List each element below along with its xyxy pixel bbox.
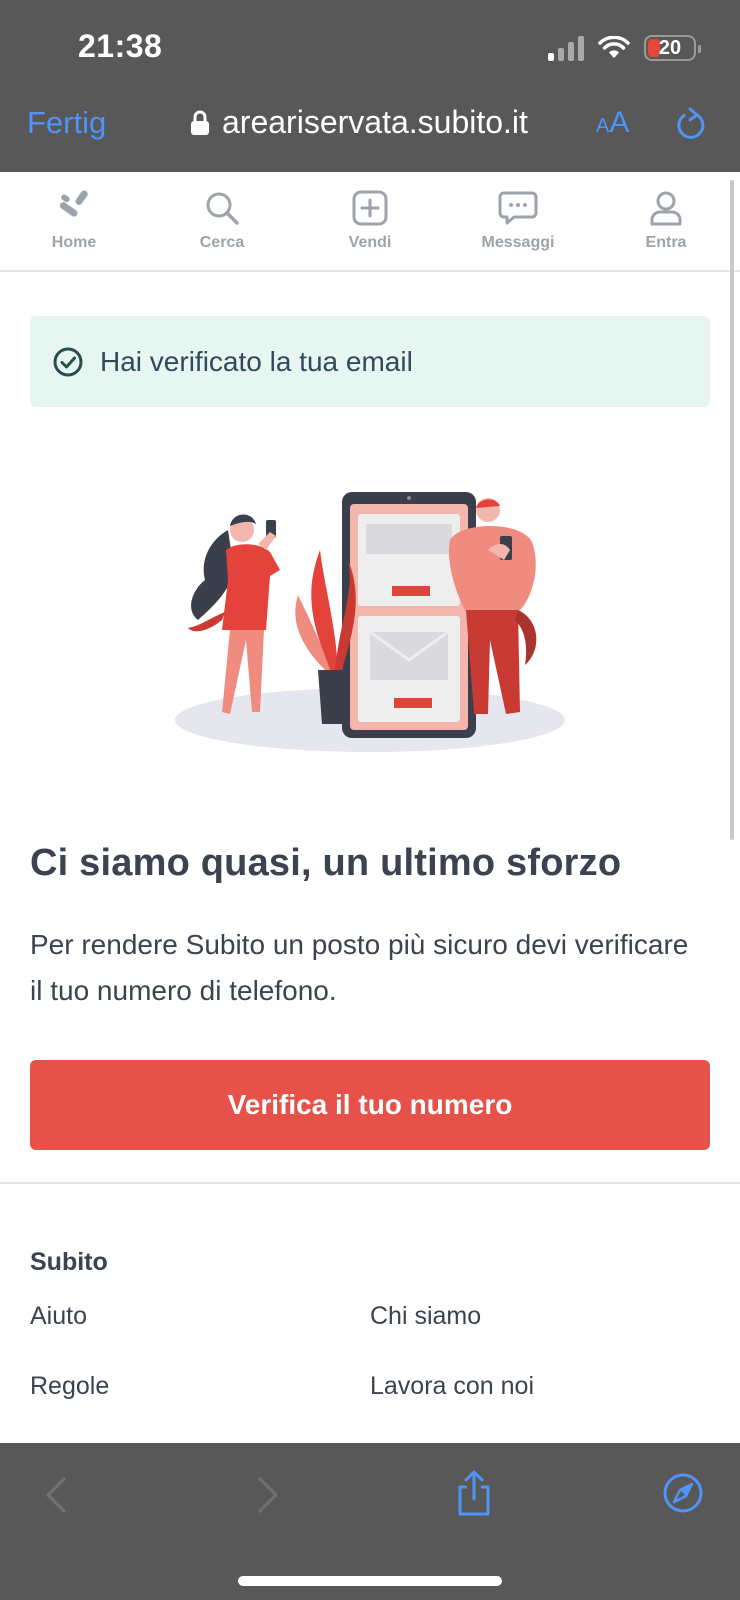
footer-divider [0,1182,740,1184]
footer-link-aiuto[interactable]: Aiuto [30,1302,87,1331]
home-indicator[interactable] [238,1576,502,1586]
status-time: 21:38 [78,28,163,64]
app-navigation: Home Cerca Vendi Messaggi Entra [0,172,740,272]
check-circle-icon [53,347,83,376]
address-bar[interactable]: areariservata.subito.it [190,104,528,141]
page-title: Ci siamo quasi, un ultimo sforzo [30,842,622,884]
email-verified-banner: Hai verificato la tua email [30,316,710,407]
share-icon[interactable] [454,1469,494,1517]
nav-label-entra: Entra [645,234,687,251]
compass-icon[interactable] [662,1472,704,1514]
nav-item-home[interactable]: Home [0,172,148,270]
wifi-icon [598,36,630,58]
url-text: areariservata.subito.it [222,104,528,140]
browser-top-bar: 21:38 20 Fertig areariservata.subito.it … [0,0,740,172]
footer-link-regole[interactable]: Regole [30,1372,109,1401]
footer-heading: Subito [30,1248,108,1276]
nav-label-home: Home [51,234,97,251]
text-size-button[interactable]: AA [596,106,629,140]
nav-item-messaggi[interactable]: Messaggi [444,172,592,270]
plus-square-icon [352,190,388,226]
phone-verification-illustration [175,492,565,752]
status-icons: 20 [548,32,701,64]
nav-label-vendi: Vendi [348,234,392,251]
chat-bubble-icon [498,191,538,225]
nav-label-cerca: Cerca [199,234,245,251]
search-icon [206,192,239,225]
page-description: Per rendere Subito un posto più sicuro d… [30,929,689,1006]
nav-item-entra[interactable]: Entra [592,172,740,270]
forward-arrow-icon[interactable] [256,1475,280,1515]
done-button[interactable]: Fertig [27,105,106,141]
verify-number-button[interactable]: Verifica il tuo numero [30,1060,710,1150]
footer-link-lavora-con-noi[interactable]: Lavora con noi [370,1372,534,1401]
user-icon [650,191,682,226]
battery-level: 20 [658,36,682,59]
nav-label-messaggi: Messaggi [481,234,555,251]
nav-item-cerca[interactable]: Cerca [148,172,296,270]
banner-text: Hai verificato la tua email [100,345,413,377]
home-logo-icon [59,190,88,217]
lock-icon [191,110,209,135]
reload-icon[interactable] [675,107,707,141]
back-arrow-icon[interactable] [44,1475,68,1515]
battery-icon: 20 [644,35,701,61]
footer-link-chi-siamo[interactable]: Chi siamo [370,1302,481,1331]
page-scrollbar[interactable] [730,180,734,840]
nav-item-vendi[interactable]: Vendi [296,172,444,270]
cellular-signal-icon [548,35,584,61]
